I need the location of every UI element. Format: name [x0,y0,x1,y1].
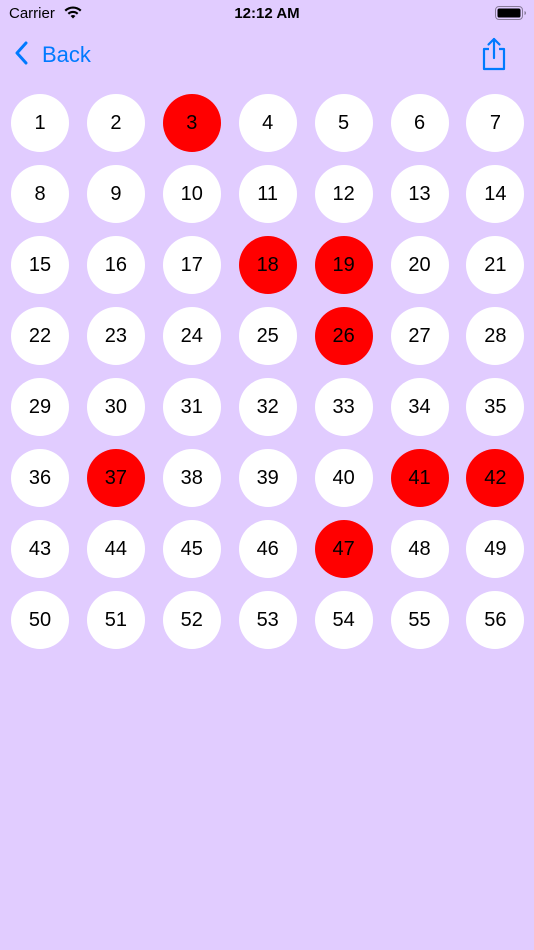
number-ball-36[interactable]: 36 [11,449,69,507]
number-ball-40[interactable]: 40 [314,449,373,507]
number-ball-7[interactable]: 7 [466,94,525,152]
number-ball-20[interactable]: 20 [390,236,449,294]
number-ball-21[interactable]: 21 [466,236,525,294]
number-ball-31[interactable]: 31 [162,378,221,436]
number-ball-45[interactable]: 45 [162,520,221,578]
number-ball-55[interactable]: 55 [390,591,449,649]
number-ball-2[interactable]: 2 [86,94,145,152]
number-ball-29[interactable]: 29 [11,378,69,436]
number-ball-22[interactable]: 22 [11,307,69,365]
number-ball-51[interactable]: 51 [86,591,145,649]
number-ball-27[interactable]: 27 [390,307,449,365]
number-ball-38[interactable]: 38 [162,449,221,507]
number-ball-30[interactable]: 30 [86,378,145,436]
number-ball-28[interactable]: 28 [466,307,525,365]
number-ball-52[interactable]: 52 [162,591,221,649]
number-ball-49[interactable]: 49 [466,520,525,578]
number-ball-43[interactable]: 43 [11,520,69,578]
number-ball-1[interactable]: 1 [11,94,69,152]
number-ball-18[interactable]: 18 [238,236,297,294]
number-ball-16[interactable]: 16 [86,236,145,294]
number-ball-37[interactable]: 37 [86,449,145,507]
number-ball-4[interactable]: 4 [238,94,297,152]
number-ball-25[interactable]: 25 [238,307,297,365]
number-ball-3[interactable]: 3 [162,94,221,152]
number-ball-12[interactable]: 12 [314,165,373,223]
number-ball-39[interactable]: 39 [238,449,297,507]
number-ball-17[interactable]: 17 [162,236,221,294]
number-ball-50[interactable]: 50 [11,591,69,649]
number-ball-26[interactable]: 26 [314,307,373,365]
number-ball-42[interactable]: 42 [466,449,525,507]
number-ball-44[interactable]: 44 [86,520,145,578]
number-ball-9[interactable]: 9 [86,165,145,223]
number-ball-15[interactable]: 15 [11,236,69,294]
number-ball-53[interactable]: 53 [238,591,297,649]
number-ball-35[interactable]: 35 [466,378,525,436]
number-ball-8[interactable]: 8 [11,165,69,223]
number-ball-54[interactable]: 54 [314,591,373,649]
number-ball-11[interactable]: 11 [238,165,297,223]
number-ball-34[interactable]: 34 [390,378,449,436]
number-ball-14[interactable]: 14 [466,165,525,223]
number-ball-41[interactable]: 41 [390,449,449,507]
number-ball-10[interactable]: 10 [162,165,221,223]
number-ball-24[interactable]: 24 [162,307,221,365]
number-ball-47[interactable]: 47 [314,520,373,578]
number-ball-33[interactable]: 33 [314,378,373,436]
number-ball-32[interactable]: 32 [238,378,297,436]
number-ball-6[interactable]: 6 [390,94,449,152]
number-ball-5[interactable]: 5 [314,94,373,152]
number-ball-48[interactable]: 48 [390,520,449,578]
number-grid: 1 2 3 4 5 6 7 8 9 10 11 12 13 14 15 16 17 18 19 20 21 22 23 24 2… [0,0,534,950]
number-ball-19[interactable]: 19 [314,236,373,294]
number-ball-13[interactable]: 13 [390,165,449,223]
number-ball-46[interactable]: 46 [238,520,297,578]
number-ball-56[interactable]: 56 [466,591,525,649]
number-ball-23[interactable]: 23 [86,307,145,365]
